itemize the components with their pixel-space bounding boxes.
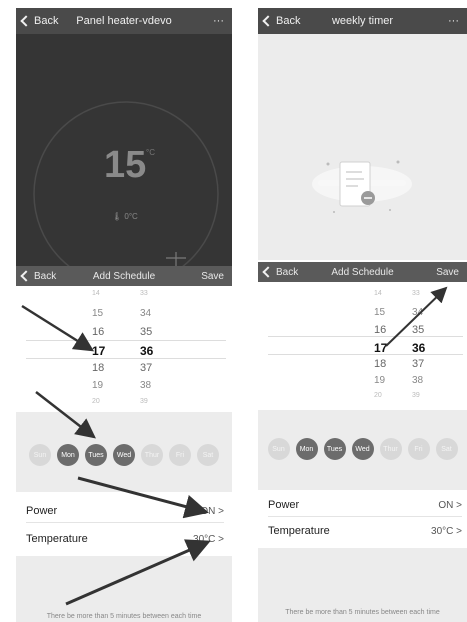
thermostat-panel: 15 °C 🌡 0°C [16,34,232,266]
day-toggle-sun[interactable]: Sun [29,444,51,466]
picker-minute[interactable]: 34 [412,307,423,318]
back-button[interactable]: Back [262,15,300,27]
picker-minute[interactable]: 38 [140,380,151,391]
weekday-selector: Sun Mon Tues Wed Thur Fri Sat [16,444,232,466]
picker-minute[interactable]: 38 [412,375,423,386]
picker-hour[interactable]: 18 [374,358,386,370]
empty-schedule-illustration [312,160,412,213]
picker-hour[interactable]: 20 [92,398,100,405]
days-panel: Sun Mon Tues Wed Thur Fri Sat [16,412,232,492]
day-toggle-fri[interactable]: Fri [169,444,191,466]
picker-hour[interactable]: 19 [92,380,103,391]
left-screen: Back Panel heater-vdevo ··· 15 °C 🌡 0°C … [16,0,232,622]
current-temperature: 🌡 0°C [112,212,138,221]
temperature-value: 15 [104,144,147,186]
chevron-left-icon [262,266,274,278]
thermometer-icon: 🌡 [112,212,123,221]
day-toggle-wed[interactable]: Wed [113,444,135,466]
temperature-unit: °C [146,148,155,157]
days-panel: Sun Mon Tues Wed Thur Fri Sat [258,410,467,490]
picker-selection-line [26,358,226,359]
picker-hour[interactable]: 17 [374,341,387,355]
power-label: Power [268,499,300,511]
chevron-left-icon [20,270,32,282]
power-setting[interactable]: Power ON > [26,500,224,523]
day-toggle-tues[interactable]: Tues [85,444,107,466]
picker-minute[interactable]: 39 [412,392,420,399]
power-value: ON > [200,505,224,517]
picker-selection-line [268,336,463,337]
temperature-setting[interactable]: Temperature 30°C > [26,528,224,550]
picker-minute[interactable]: 35 [412,324,424,336]
weekday-selector: Sun Mon Tues Wed Thur Fri Sat [258,438,467,460]
day-toggle-thur[interactable]: Thur [141,444,163,466]
picker-hour[interactable]: 15 [374,307,385,318]
picker-hour[interactable]: 16 [374,324,386,336]
time-picker[interactable]: 14 33 15 34 16 35 17 36 18 37 19 38 20 39 [258,290,467,400]
day-toggle-thur[interactable]: Thur [379,438,402,460]
picker-minute[interactable]: 36 [412,341,425,355]
chevron-left-icon [262,15,274,27]
back-label: Back [34,15,59,27]
schedule-header: Back Add Schedule Save [16,266,232,286]
interval-note: There be more than 5 minutes between eac… [46,613,202,620]
empty-state-panel [258,34,467,260]
day-toggle-wed[interactable]: Wed [351,438,374,460]
day-toggle-sun[interactable]: Sun [267,438,290,460]
temperature-label: Temperature [268,525,330,537]
picker-minute[interactable]: 37 [140,362,152,374]
picker-hour[interactable]: 16 [92,326,104,338]
more-menu-button[interactable]: ··· [448,15,459,27]
temperature-setting-value: 30°C > [431,525,462,537]
picker-selection-line [268,354,463,355]
picker-minute[interactable]: 36 [140,344,153,358]
picker-hour[interactable]: 17 [92,344,105,358]
picker-hour[interactable]: 18 [92,362,104,374]
temperature-label: Temperature [26,533,88,545]
picker-minute[interactable]: 35 [140,326,152,338]
right-header: Back weekly timer ··· [258,8,467,34]
picker-minute[interactable]: 37 [412,358,424,370]
schedule-back-button[interactable]: Back [262,266,298,278]
power-setting[interactable]: Power ON > [268,494,462,517]
picker-hour[interactable]: 15 [92,308,103,319]
picker-minute[interactable]: 34 [140,308,151,319]
chevron-left-icon [20,15,32,27]
save-button[interactable]: Save [201,271,224,282]
temperature-setting-value: 30°C > [193,533,224,545]
picker-hour[interactable]: 14 [374,290,382,297]
more-menu-button[interactable]: ··· [213,15,224,27]
picker-selection-line [26,340,226,341]
day-toggle-fri[interactable]: Fri [407,438,430,460]
day-toggle-mon[interactable]: Mon [295,438,318,460]
schedule-back-button[interactable]: Back [20,270,56,282]
day-toggle-mon[interactable]: Mon [57,444,79,466]
schedule-header: Back Add Schedule Save [258,262,467,282]
day-toggle-tues[interactable]: Tues [323,438,346,460]
picker-minute[interactable]: 33 [412,290,420,297]
picker-minute[interactable]: 39 [140,398,148,405]
power-value: ON > [438,499,462,511]
right-screen: Back weekly timer ··· Back Add Schedule … [258,0,467,622]
left-header: Back Panel heater-vdevo ··· [16,8,232,34]
save-button[interactable]: Save [436,267,459,278]
day-toggle-sat[interactable]: Sat [435,438,458,460]
picker-hour[interactable]: 14 [92,290,100,297]
temperature-setting[interactable]: Temperature 30°C > [268,520,462,542]
interval-note: There be more than 5 minutes between eac… [285,609,440,616]
power-label: Power [26,505,58,517]
picker-minute[interactable]: 33 [140,290,148,297]
picker-hour[interactable]: 20 [374,392,382,399]
day-toggle-sat[interactable]: Sat [197,444,219,466]
picker-hour[interactable]: 19 [374,375,385,386]
back-button[interactable]: Back [20,15,59,27]
time-picker[interactable]: 14 33 15 34 16 35 17 36 18 37 19 38 20 39 [16,290,232,405]
